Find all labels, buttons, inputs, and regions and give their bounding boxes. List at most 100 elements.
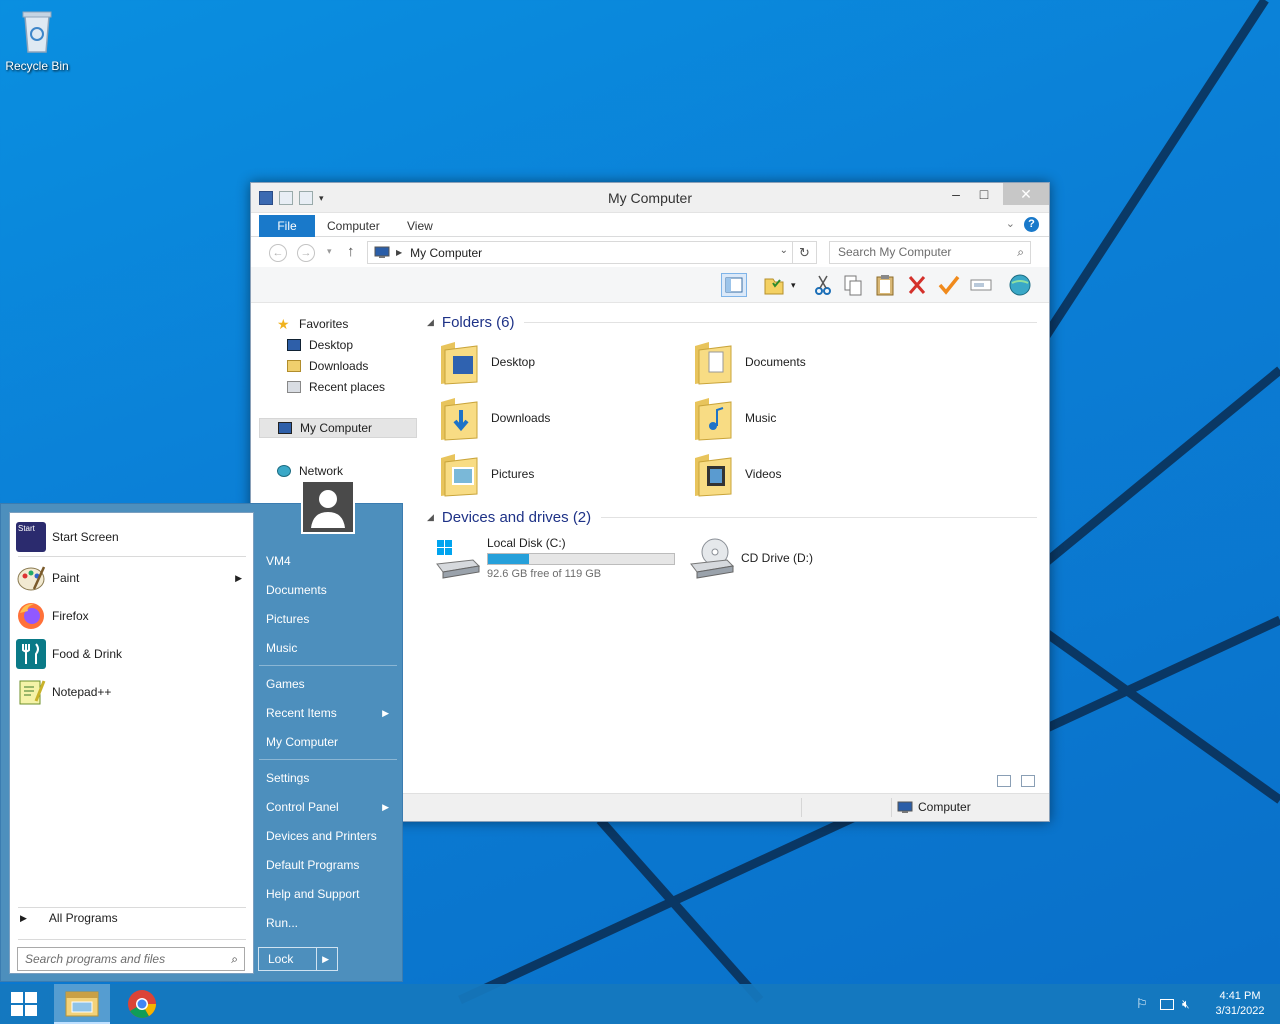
up-button[interactable]: ↑ — [347, 243, 355, 260]
recent-places-icon — [287, 381, 301, 393]
link-settings[interactable]: Settings — [259, 765, 397, 791]
maximize-button[interactable]: □ — [969, 183, 999, 205]
title-bar[interactable]: ▾ My Computer – □ ✕ — [251, 183, 1049, 213]
link-help-support[interactable]: Help and Support — [259, 881, 397, 907]
program-paint[interactable]: Paint ▶ — [16, 560, 248, 596]
search-icon[interactable]: ⌕ — [231, 948, 238, 970]
help-icon[interactable]: ? — [1024, 217, 1039, 232]
link-documents[interactable]: Documents — [259, 577, 397, 603]
drive-cd-d[interactable]: CD Drive (D:) — [687, 532, 813, 584]
details-view-icon[interactable] — [997, 775, 1011, 787]
lock-split-divider — [316, 948, 317, 970]
folders-group-header[interactable]: ◢ Folders (6) — [427, 314, 1037, 331]
tab-computer[interactable]: Computer — [315, 215, 392, 237]
copy-button[interactable] — [841, 273, 867, 297]
link-pictures[interactable]: Pictures — [259, 606, 397, 632]
back-button[interactable]: ← — [269, 244, 287, 262]
link-run[interactable]: Run... — [259, 910, 397, 936]
folder-videos[interactable]: Videos — [693, 448, 933, 500]
all-programs-button[interactable]: ▶ All Programs — [20, 911, 245, 925]
network-icon[interactable] — [1160, 998, 1174, 1010]
program-start-screen[interactable]: Start Start Screen — [16, 519, 248, 555]
expand-triangle-icon: ▶ — [20, 912, 27, 923]
drive-local-c[interactable]: Local Disk (C:) 92.6 GB free of 119 GB — [433, 532, 675, 584]
program-label: Paint — [52, 571, 80, 585]
folder-documents-icon — [695, 342, 732, 385]
system-tray: ⚐ 🔇︎ 4:41 PM 3/31/2022 — [1136, 984, 1280, 1024]
nav-downloads[interactable]: Downloads — [287, 356, 445, 376]
rename-button[interactable] — [937, 273, 963, 297]
address-bar[interactable]: ▶ My Computer ⌄ ↻ — [367, 241, 817, 264]
nav-my-computer[interactable]: My Computer — [259, 418, 417, 438]
search-icon[interactable]: ⌕ — [1017, 242, 1024, 263]
nav-recent-places[interactable]: Recent places — [287, 377, 445, 397]
link-vm4[interactable]: VM4 — [259, 548, 397, 574]
recent-locations-icon[interactable]: ▾ — [327, 246, 332, 257]
address-dropdown-icon[interactable]: ⌄ — [780, 245, 788, 256]
nav-network[interactable]: Network — [277, 461, 435, 481]
paste-button[interactable] — [873, 273, 899, 297]
link-recent-items[interactable]: Recent Items ▶ — [259, 700, 397, 726]
properties-dropdown-icon[interactable]: ▾ — [791, 273, 803, 297]
folder-music[interactable]: Music — [693, 392, 933, 444]
breadcrumb-separator-icon[interactable]: ▶ — [396, 248, 402, 257]
recycle-bin-shortcut[interactable]: Recycle Bin — [4, 6, 70, 73]
folder-label: Downloads — [491, 411, 551, 425]
nav-recent-label: Recent places — [309, 380, 386, 394]
cut-button[interactable] — [811, 273, 837, 297]
link-music[interactable]: Music — [259, 635, 397, 661]
menu-separator — [18, 907, 246, 908]
start-search-placeholder: Search programs and files — [25, 952, 166, 966]
start-search-input[interactable]: Search programs and files ⌕ — [17, 947, 245, 971]
devices-group-header[interactable]: ◢ Devices and drives (2) — [427, 509, 1037, 526]
notepad-plus-plus-icon — [19, 680, 46, 705]
drive-c-free-space: 92.6 GB free of 119 GB — [487, 568, 602, 580]
collapse-triangle-icon[interactable]: ◢ — [427, 512, 434, 523]
breadcrumb-my-computer[interactable]: My Computer — [410, 246, 482, 260]
window-title: My Computer — [607, 190, 693, 206]
link-control-panel[interactable]: Control Panel ▶ — [259, 794, 397, 820]
folder-documents[interactable]: Documents — [693, 336, 933, 388]
expand-ribbon-icon[interactable]: ⌄ — [1006, 217, 1015, 230]
collapse-triangle-icon[interactable]: ◢ — [427, 317, 434, 328]
link-games[interactable]: Games — [259, 671, 397, 697]
folder-pictures[interactable]: Pictures — [439, 448, 679, 500]
nav-favorites[interactable]: ★ Favorites — [277, 314, 435, 334]
select-button[interactable] — [969, 273, 995, 297]
folder-desktop[interactable]: Desktop — [439, 336, 679, 388]
program-label: Start Screen — [52, 530, 119, 544]
delete-button[interactable] — [905, 273, 931, 297]
program-notepad-plus-plus[interactable]: Notepad++ — [16, 674, 248, 710]
flag-icon[interactable]: ⚐ — [1136, 997, 1152, 1011]
nav-desktop[interactable]: Desktop — [287, 335, 445, 355]
link-devices-printers[interactable]: Devices and Printers — [259, 823, 397, 849]
properties-button[interactable] — [761, 273, 787, 297]
tab-file[interactable]: File — [259, 215, 315, 237]
speaker-muted-icon[interactable]: 🔇︎ — [1182, 997, 1198, 1011]
lock-button[interactable]: Lock ▶ — [258, 947, 338, 971]
start-button[interactable] — [0, 984, 48, 1024]
clock[interactable]: 4:41 PM 3/31/2022 — [1206, 989, 1274, 1019]
folders-group-label: Folders (6) — [441, 314, 515, 331]
large-icons-view-icon[interactable] — [1021, 775, 1035, 787]
taskbar-chrome[interactable] — [118, 984, 166, 1024]
search-input[interactable]: Search My Computer ⌕ — [829, 241, 1031, 264]
submenu-arrow-icon[interactable]: ▶ — [235, 573, 242, 584]
link-default-programs[interactable]: Default Programs — [259, 852, 397, 878]
downloads-icon — [287, 360, 301, 372]
tab-view[interactable]: View — [395, 215, 445, 237]
user-avatar[interactable] — [301, 480, 355, 534]
network-button[interactable] — [1007, 273, 1033, 297]
folder-downloads[interactable]: Downloads — [439, 392, 679, 444]
forward-button[interactable]: → — [297, 244, 315, 262]
close-button[interactable]: ✕ — [1003, 183, 1049, 205]
link-my-computer[interactable]: My Computer — [259, 729, 397, 755]
refresh-icon[interactable]: ↻ — [792, 242, 816, 263]
lock-options-arrow-icon[interactable]: ▶ — [322, 948, 329, 970]
taskbar-file-explorer[interactable] — [54, 984, 110, 1024]
minimize-button[interactable]: – — [941, 183, 971, 205]
star-icon: ★ — [277, 316, 290, 332]
layout-pane-button[interactable] — [721, 273, 747, 297]
program-firefox[interactable]: Firefox — [16, 598, 248, 634]
program-food-drink[interactable]: Food & Drink — [16, 636, 248, 672]
